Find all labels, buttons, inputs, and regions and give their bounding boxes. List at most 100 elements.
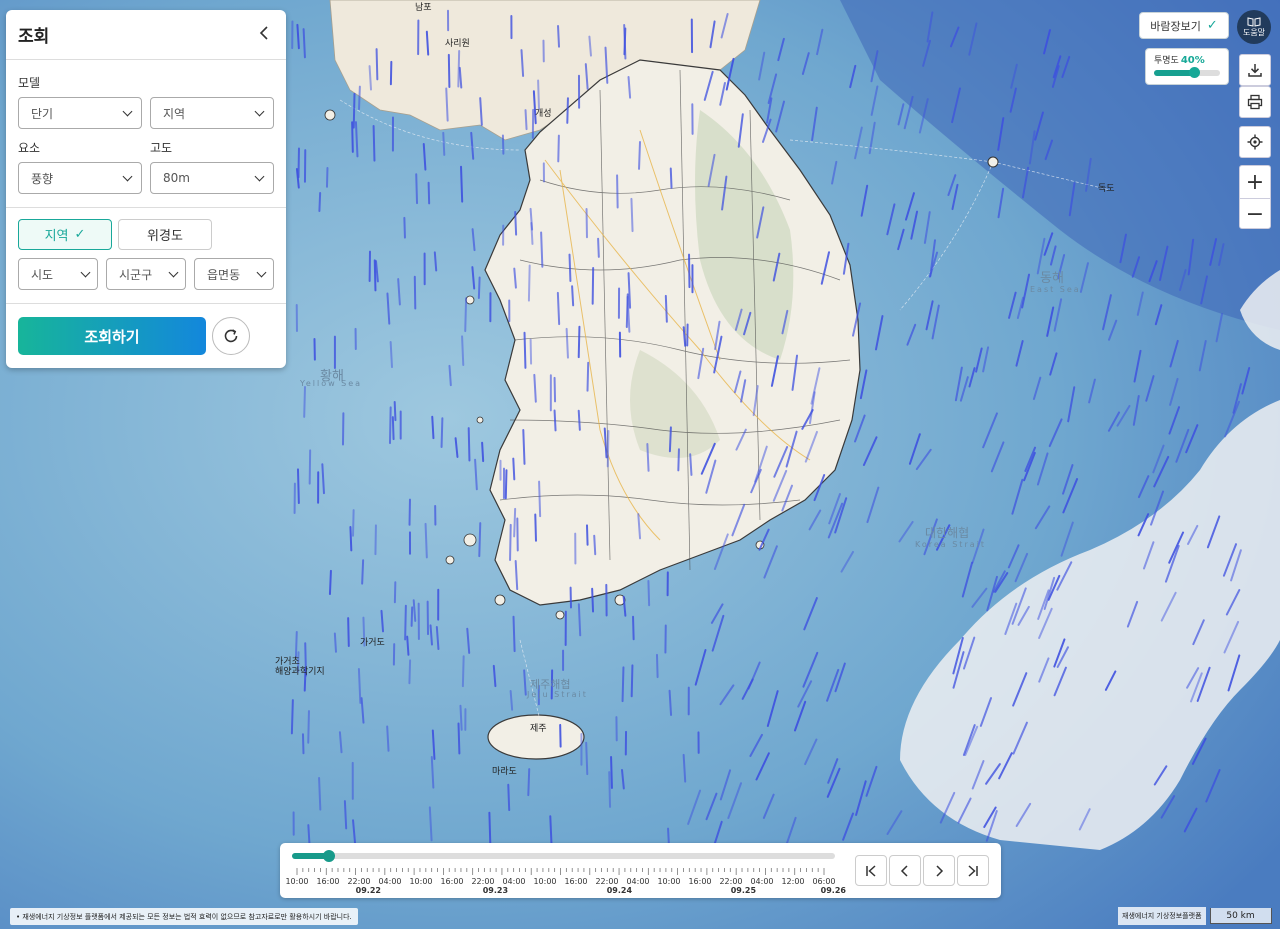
zoom-in-button[interactable]: + <box>1240 166 1270 198</box>
time-hour-label: 10:00 <box>533 877 556 886</box>
help-button[interactable]: 도움말 <box>1237 10 1271 44</box>
eupmyeondong-select-value: 읍면동 <box>207 267 241 282</box>
wind-streak <box>513 507 517 538</box>
wind-streak <box>577 325 581 359</box>
time-hour-label: 16:00 <box>440 877 463 886</box>
wind-streak <box>404 604 407 641</box>
print-button[interactable] <box>1239 86 1271 118</box>
wind-streak <box>632 615 635 641</box>
chevron-down-icon <box>122 106 133 116</box>
wind-streak <box>440 417 444 449</box>
wind-streak <box>577 603 582 637</box>
altitude-select[interactable]: 80m <box>150 162 274 194</box>
wind-streak <box>689 453 693 476</box>
sido-select[interactable]: 시도 <box>18 258 98 290</box>
time-hour-label: 16:00 <box>688 877 711 886</box>
wind-streak <box>464 297 468 333</box>
mode-region-toggle[interactable]: 지역 ✓ <box>18 219 112 250</box>
time-hour-label: 16:00 <box>316 877 339 886</box>
opacity-slider-handle[interactable] <box>1188 67 1200 78</box>
wind-streak <box>512 615 516 653</box>
check-icon: ✓ <box>1206 18 1218 33</box>
help-label: 도움말 <box>1242 27 1266 37</box>
sido-select-value: 시도 <box>31 267 54 282</box>
model-select[interactable]: 단기 <box>18 97 142 129</box>
wind-streak <box>488 811 492 845</box>
wind-streak <box>606 430 610 468</box>
wind-streak <box>442 131 446 156</box>
time-hour-label: 04:00 <box>750 877 773 886</box>
wind-streak <box>591 587 595 613</box>
wind-streak <box>608 771 612 808</box>
opacity-control: 투명도 40% <box>1145 48 1229 85</box>
time-slider-handle[interactable] <box>322 850 335 862</box>
wind-streak <box>527 264 531 302</box>
svg-text:마라도: 마라도 <box>492 766 517 777</box>
disclaimer-notice: • 재생에너지 기상정보 플랫폼에서 제공되는 모든 정보는 법적 효력이 없으… <box>10 908 358 925</box>
next-frame-button[interactable] <box>923 855 955 886</box>
print-icon <box>1247 94 1263 110</box>
wind-streak <box>303 385 306 418</box>
altitude-select-value: 80m <box>163 171 190 185</box>
wind-streak <box>593 534 597 556</box>
wind-streak <box>638 141 641 170</box>
wind-streak <box>361 559 365 585</box>
wind-streak <box>534 513 537 542</box>
svg-text:가거초: 가거초 <box>275 656 300 667</box>
wind-streak <box>566 97 569 124</box>
wind-streak <box>655 653 659 679</box>
wind-streak <box>527 768 531 797</box>
wind-streak <box>447 53 451 88</box>
wind-streak <box>514 210 518 236</box>
area-select[interactable]: 지역 <box>150 97 274 129</box>
svg-text:사리원: 사리원 <box>445 38 470 49</box>
opacity-slider[interactable] <box>1154 67 1220 78</box>
wind-view-toggle[interactable]: 바람장보기 ✓ <box>1139 12 1229 39</box>
scale-bar: 50 km <box>1209 908 1272 924</box>
wind-streak <box>391 416 395 441</box>
wind-streak <box>530 222 534 245</box>
wind-streak <box>481 441 485 463</box>
time-hour-label: 04:00 <box>626 877 649 886</box>
wind-streak <box>504 469 508 500</box>
wind-streak <box>512 457 516 481</box>
wind-streak <box>524 109 528 131</box>
first-frame-button[interactable] <box>855 855 887 886</box>
element-select[interactable]: 풍향 <box>18 162 142 194</box>
eupmyeondong-select[interactable]: 읍면동 <box>194 258 274 290</box>
chevron-down-icon <box>80 267 91 277</box>
wind-streak <box>459 704 463 731</box>
query-button[interactable]: 조회하기 <box>18 317 206 355</box>
wind-streak <box>585 741 589 776</box>
label-jeju-strait-en: Jeju Strait <box>526 690 588 699</box>
wind-streak <box>351 121 354 153</box>
reset-button[interactable] <box>212 317 250 355</box>
time-slider[interactable] <box>292 850 835 862</box>
refresh-icon <box>224 329 238 343</box>
wind-streak <box>431 415 435 440</box>
attribution-source: 재생에너지 기상정보플랫폼 <box>1118 907 1206 925</box>
prev-frame-button[interactable] <box>889 855 921 886</box>
wind-streak <box>557 25 561 48</box>
collapse-panel-button[interactable] <box>254 24 274 45</box>
mode-latlon-toggle[interactable]: 위경도 <box>118 219 212 250</box>
wind-streak <box>403 216 406 239</box>
svg-text:남포: 남포 <box>415 2 432 13</box>
wind-streak <box>301 733 305 755</box>
label-east-sea-ko: 동해 <box>1040 271 1064 286</box>
wind-streak <box>461 655 465 688</box>
wind-streak <box>457 722 461 755</box>
time-date-label: 09.23 <box>483 886 508 895</box>
book-icon <box>1247 16 1261 27</box>
wind-streak <box>621 666 625 703</box>
sigungu-select[interactable]: 시군구 <box>106 258 186 290</box>
wind-streak <box>477 276 481 299</box>
wind-streak <box>565 327 569 359</box>
last-frame-button[interactable] <box>957 855 989 886</box>
locate-button[interactable] <box>1239 126 1271 158</box>
time-hour-label: 22:00 <box>719 877 742 886</box>
zoom-out-button[interactable]: − <box>1240 198 1270 230</box>
wind-streak <box>538 480 542 518</box>
download-button[interactable] <box>1239 54 1271 86</box>
wind-streak <box>302 28 306 59</box>
